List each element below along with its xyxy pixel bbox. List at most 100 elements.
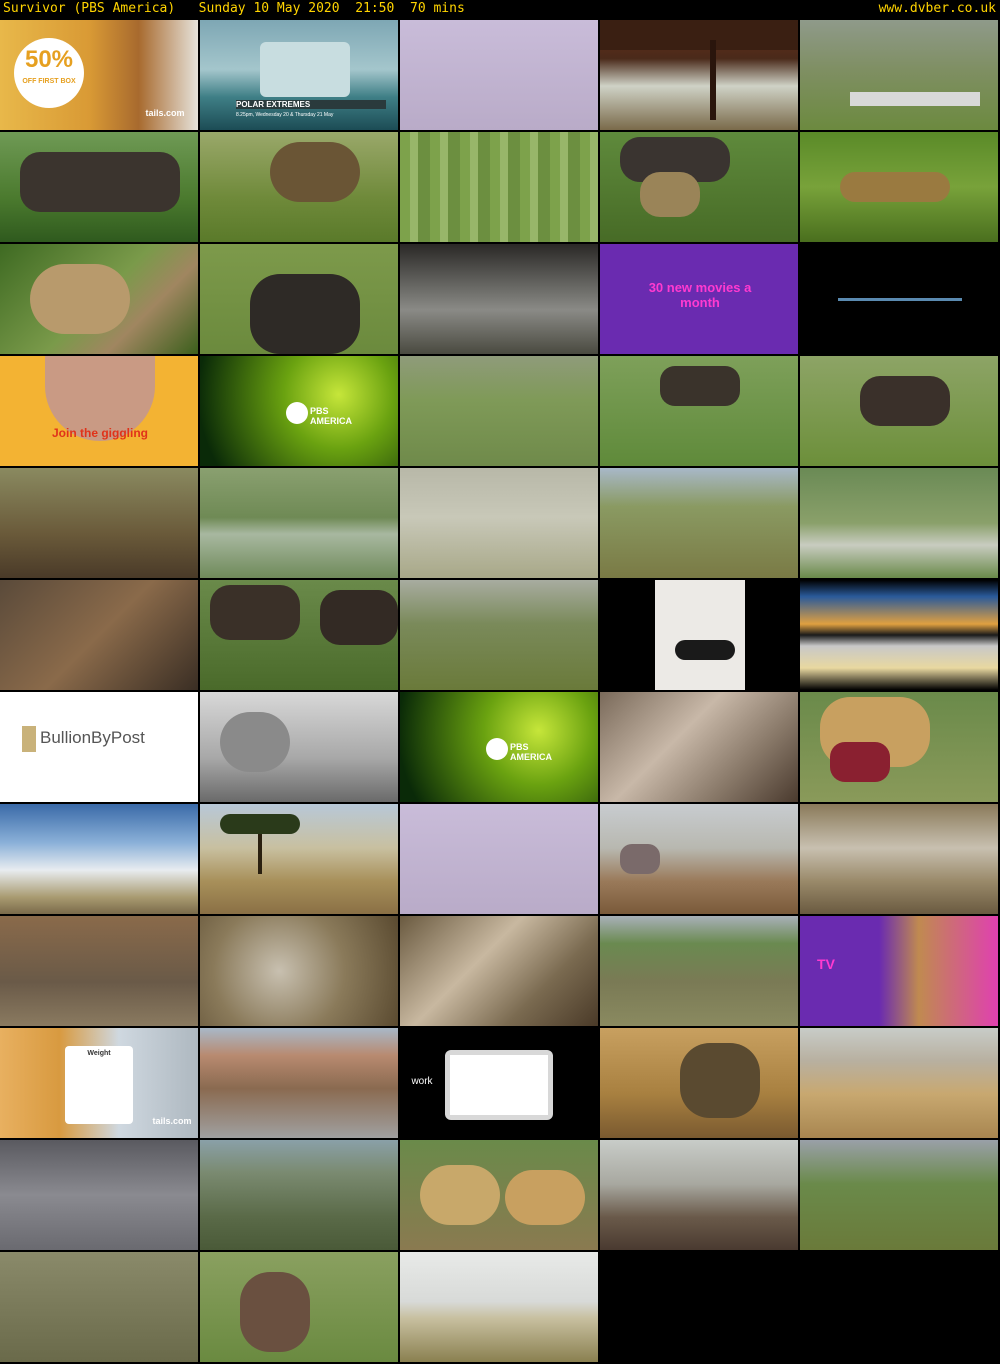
scene-shape [260,42,350,97]
thumbnail-calves-plain[interactable] [400,356,598,466]
thumbnail-rocks-plain[interactable] [600,804,798,914]
thumbnail-green-bars[interactable] [400,132,598,242]
thumbnail-caption: POLAR EXTREMES [236,100,386,109]
thumbnail-herd-aerial[interactable] [0,1252,198,1362]
thumbnail-zebra-plains[interactable] [800,20,998,130]
thumbnail-calf-grass[interactable] [600,356,798,466]
scene-shape [220,814,300,834]
thumbnail-grid: 50% OFF FIRST BOX tails.com POLAR EXTREMES 8… [0,20,1000,1364]
thumbnail-caption: work [411,1076,433,1087]
thumbnail-herd-mud[interactable] [0,1140,198,1250]
scene-shape [258,834,262,874]
scene-shape [210,585,300,640]
thumbnail-river-stork[interactable] [800,804,998,914]
scene-shape [65,1046,133,1124]
thumbnail-sky-plains[interactable] [0,804,198,914]
scene-shape [20,152,180,212]
scene-shape [486,738,508,760]
thumbnail-wildebeest-fight[interactable] [200,580,398,690]
scene-shape [420,1165,500,1225]
scene-shape [30,264,130,334]
thumbnail-wildebeest-mother-calf[interactable] [800,356,998,466]
thumbnail-tails-weight[interactable]: Weight tails.com [0,1028,198,1138]
thumbnail-lavender-blank[interactable] [400,20,598,130]
thumbnail-dust-cloud[interactable] [200,916,398,1026]
thumbnail-tails-ad-50off[interactable]: 50% OFF FIRST BOX tails.com [0,20,198,130]
scene-shape [660,366,740,406]
thumbnail-caption: TV [817,956,835,972]
thumbnail-leopard-tree[interactable] [600,1140,798,1250]
thumbnail-cat-blanket[interactable] [200,692,398,802]
thumbnail-credits-plains[interactable] [400,1252,598,1362]
thumbnail-pbs-america-ident[interactable]: PBS AMERICA [400,692,598,802]
thumbnail-herd-run[interactable] [800,1140,998,1250]
scene-shape [620,844,660,874]
thumbnail-leopard-kill[interactable] [800,692,998,802]
thumbnail-acacia-savanna[interactable] [200,804,398,914]
programme-info: Survivor (PBS America) Sunday 10 May 202… [3,1,465,16]
site-link[interactable]: www.dvber.co.uk [879,0,996,18]
scene-shape [320,590,398,645]
thumbnail-zebra-herd[interactable] [200,1140,398,1250]
thumbnail-baboons[interactable] [600,1028,798,1138]
thumbnail-caption: 8.25pm, Wednesday 20 & Thursday 21 May [236,112,334,118]
scene-shape [675,640,735,660]
thumbnail-caption: tails.com [145,108,185,118]
thumbnail-work-tablet[interactable]: work [400,1028,598,1138]
scene-shape [450,1055,548,1115]
thumbnail-water-splash[interactable] [400,916,598,1026]
thumbnail-calf-dirt[interactable] [0,468,198,578]
thumbnail-sea-coral-ad[interactable] [800,580,998,690]
thumbnail-black-line[interactable] [800,244,998,354]
thumbnail-acacia-herd[interactable] [600,468,798,578]
thumbnail-mud-closeup[interactable] [0,580,198,690]
thumbnail-lavender-blank[interactable] [400,804,598,914]
thumbnail-herd-distance[interactable] [600,916,798,1026]
thumbnail-caption: PBS AMERICA [310,406,352,426]
thumbnail-herd-drinking[interactable] [0,916,198,1026]
scene-shape [860,376,950,426]
thumbnail-tree-branches[interactable] [600,20,798,130]
thumbnail-hyena-grass[interactable] [200,132,398,242]
thumbnail-yoga-woman[interactable] [600,580,798,690]
thumbnail-zebra-wildebeest-run[interactable] [400,580,598,690]
thumbnail-now-tv-movies[interactable]: 30 new movies a month [600,244,798,354]
thumbnail-caption: tails.com [152,1116,192,1126]
scene-shape [655,580,745,690]
thumbnail-wildebeest-closeup[interactable] [200,244,398,354]
thumbnail-caption: BullionByPost [40,728,145,747]
thumbnail-caption: 30 new movies a month [648,280,752,310]
thumbnail-hyena-wildebeest[interactable] [600,132,798,242]
thumbnail-runners-street[interactable] [200,1028,398,1138]
thumbnail-lioness-run[interactable] [800,132,998,242]
scene-shape [710,40,716,120]
scene-shape [840,172,950,202]
thumbnail-bullion-by-post[interactable]: BullionByPost [0,692,198,802]
thumbnail-cheetahs[interactable] [400,1140,598,1250]
scene-shape [830,742,890,782]
thumbnail-caption: Join the giggling [52,426,148,440]
scene-shape [240,1272,310,1352]
thumbnail-dry-plains[interactable] [800,1028,998,1138]
thumbnail-now-tv-lion[interactable]: TV [800,916,998,1026]
scene-shape [505,1170,585,1225]
scene-shape [850,92,980,106]
scene-shape [250,274,360,354]
thumbnail-caption: 50% [24,46,74,73]
scene-shape [220,712,290,772]
thumbnail-calf-alone[interactable] [400,468,598,578]
thumbnail-wildebeest-newborn[interactable] [200,1252,398,1362]
scene-shape [640,172,700,217]
thumbnail-bones-closeup[interactable] [600,692,798,802]
thumbnail-herd-river[interactable] [800,468,998,578]
thumbnail-storm-clouds[interactable] [400,244,598,354]
thumbnail-lioness-attack[interactable] [0,244,198,354]
thumbnail-wildebeest-calf[interactable] [0,132,198,242]
thumbnail-join-the-giggling[interactable]: Join the giggling [0,356,198,466]
thumbnail-caption: OFF FIRST BOX [22,78,76,85]
thumbnail-lake-reflection[interactable] [200,468,398,578]
thumbnail-polar-extremes-promo[interactable]: POLAR EXTREMES 8.25pm, Wednesday 20 & Thu… [200,20,398,130]
thumbnail-pbs-america-ident[interactable]: PBS AMERICA [200,356,398,466]
thumbnail-caption: Weight [87,1050,111,1057]
scene-shape [22,726,36,752]
